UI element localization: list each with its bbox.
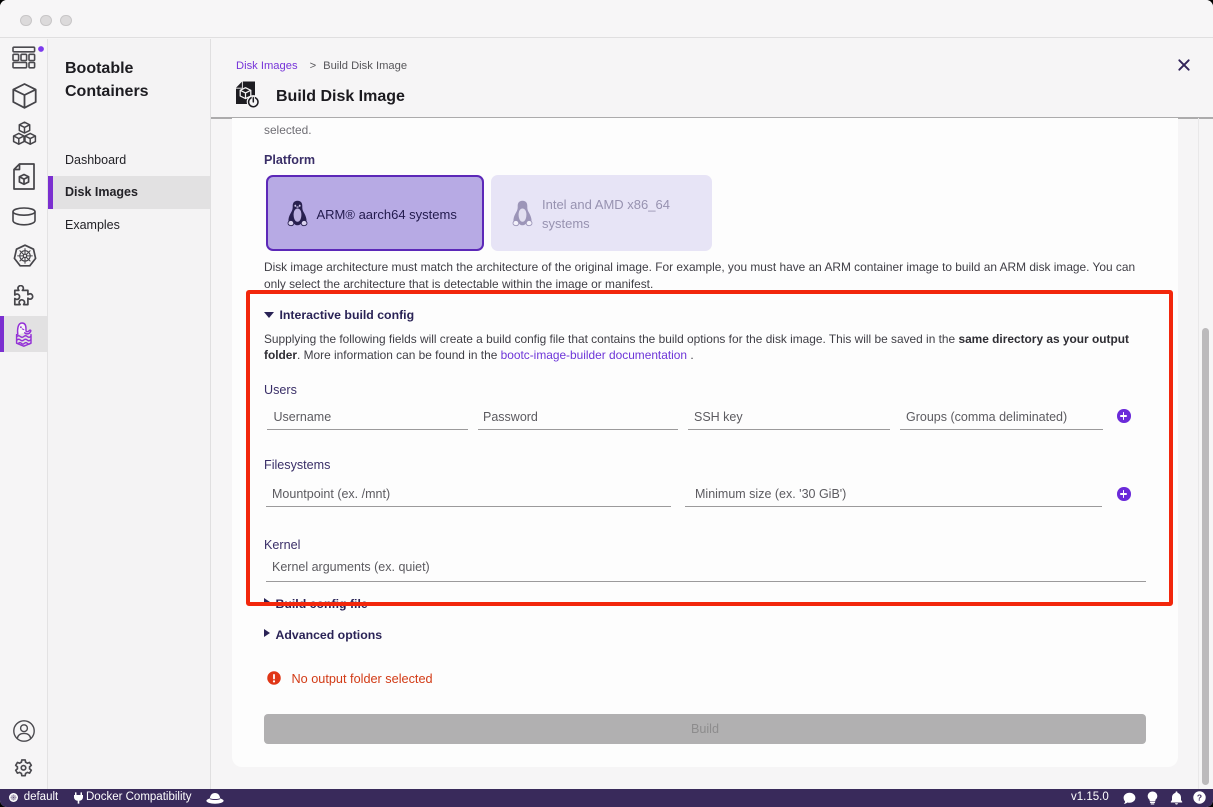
svg-text:?: ? (1196, 793, 1201, 803)
